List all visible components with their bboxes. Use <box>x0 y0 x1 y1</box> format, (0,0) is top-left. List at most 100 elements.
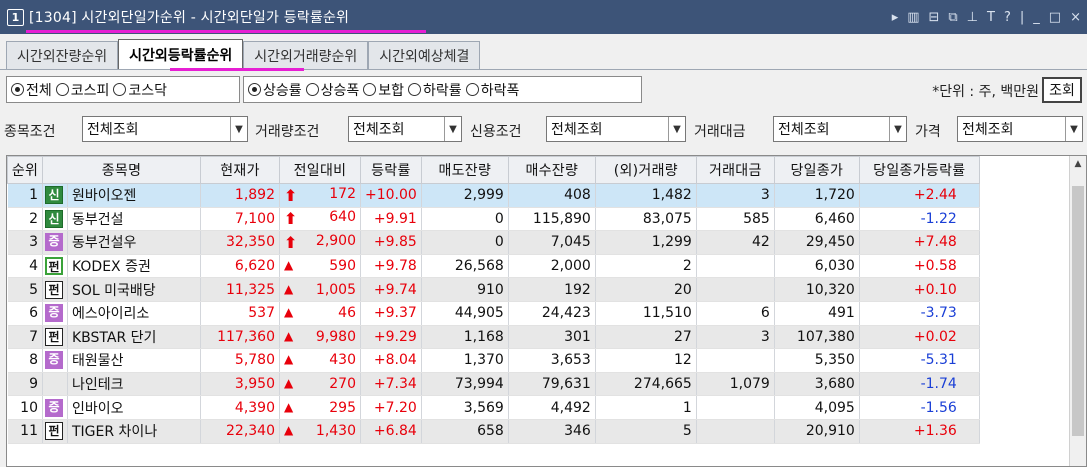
close-price-cell-text: 4,095 <box>814 399 855 416</box>
window-control-icon[interactable]: ▥ <box>907 10 919 25</box>
column-header[interactable]: 순위 <box>7 156 43 184</box>
column-header[interactable]: 등락률 <box>360 156 422 184</box>
table-row[interactable]: 4 펀 KODEX 증권 6,620 ▲ 590 +9.78 26,568 2,000 2 6,03… <box>7 254 980 279</box>
radio-icon[interactable] <box>11 83 24 96</box>
sell-volume-cell: 910 <box>421 277 509 302</box>
table-row[interactable]: 2 신 동부건설 7,100 ⬆ 640 +9.91 0 115,890 83,075 585 6,4… <box>7 207 980 232</box>
condition-combo-amount[interactable]: 전체조회 ▼ <box>773 116 907 142</box>
direction-option[interactable]: 보합 <box>363 80 404 100</box>
market-option[interactable]: 코스피 <box>55 80 109 100</box>
chevron-down-icon[interactable]: ▼ <box>445 124 461 135</box>
table-row[interactable]: 11 펀 TIGER 차이나 22,340 ▲ 1,430 +6.84 658 346 5 20,9… <box>7 419 980 444</box>
window-control-icon[interactable]: _ <box>1033 10 1040 25</box>
table-row[interactable]: 8 증 태원물산 5,780 ▲ 430 +8.04 1,370 3,653 12 5,350 -5.… <box>7 348 980 373</box>
direction-option[interactable]: 하락률 <box>408 80 462 100</box>
price-cell: 7,100 <box>200 207 280 232</box>
volume-cell-text: 11,510 <box>642 305 692 322</box>
window-control-icon[interactable]: | <box>1020 10 1024 25</box>
condition-combo-stock[interactable]: 전체조회 ▼ <box>82 116 248 142</box>
tab-0[interactable]: 시간외잔량순위 <box>6 41 119 70</box>
rank-cell-text: 2 <box>29 210 38 227</box>
sell-volume-cell-text: 44,905 <box>454 305 504 322</box>
table-row[interactable]: 1 신 원바이오젠 1,892 ⬆ 172 +10.00 2,999 408 1,482 3 1,72… <box>7 183 980 208</box>
up-triangle-icon: ▲ <box>284 376 294 391</box>
radio-icon[interactable] <box>305 83 319 96</box>
condition-combo-volume[interactable]: 전체조회 ▼ <box>348 116 462 142</box>
direction-option[interactable]: 상승률 <box>248 80 302 100</box>
window-control-icon[interactable]: ▸ <box>892 10 899 25</box>
badge-cell: 증 <box>42 301 68 326</box>
vertical-scrollbar[interactable]: ▲ <box>1069 156 1086 466</box>
column-header[interactable]: 거래대금 <box>695 156 775 184</box>
column-header[interactable]: 매수잔량 <box>507 156 596 184</box>
sell-volume-cell-text: 26,568 <box>454 258 504 275</box>
rank-cell: 7 <box>7 325 43 350</box>
up-triangle-icon: ▲ <box>284 281 294 296</box>
buy-volume-cell-text: 7,045 <box>550 234 591 251</box>
direction-option[interactable]: 하락폭 <box>465 80 519 100</box>
radio-icon[interactable] <box>408 83 422 96</box>
window-control-icon[interactable]: T <box>987 10 995 25</box>
up-arrow-icon: ⬆ <box>284 232 298 252</box>
market-option[interactable]: 전체 <box>11 80 52 100</box>
table-row[interactable]: 7 펀 KBSTAR 단기 117,360 ▲ 9,980 +9.29 1,168 301 27 3… <box>7 325 980 350</box>
column-header[interactable]: 전일대비 <box>279 156 361 184</box>
radio-icon[interactable] <box>465 83 479 96</box>
column-header[interactable]: (외)거래량 <box>594 156 697 184</box>
tab-2[interactable]: 시간외거래량순위 <box>243 41 369 70</box>
condition-combo-credit[interactable]: 전체조회 ▼ <box>546 116 686 142</box>
window-control-icon[interactable]: ⧉ <box>948 10 957 25</box>
column-header[interactable]: 매도잔량 <box>420 156 509 184</box>
stock-type-badge: 신 <box>45 186 63 205</box>
chevron-down-icon[interactable]: ▼ <box>669 124 685 135</box>
window-control-icon[interactable]: ⊟ <box>929 10 940 25</box>
column-header[interactable]: 현재가 <box>200 156 280 184</box>
window-number[interactable]: 1 <box>7 8 24 26</box>
radio-icon[interactable] <box>363 83 377 96</box>
scrollbar-thumb[interactable] <box>1072 186 1084 436</box>
window-control-icon[interactable]: □ <box>1049 10 1061 25</box>
close-price-cell: 3,680 <box>774 372 860 397</box>
change-cell-text: 1,430 <box>315 423 356 440</box>
window-control-icon[interactable]: ? <box>1004 10 1011 25</box>
buy-volume-cell-text: 115,890 <box>532 210 591 227</box>
chevron-down-icon[interactable]: ▼ <box>890 124 906 135</box>
tab-1[interactable]: 시간외등락률순위 <box>118 39 244 70</box>
tab-3[interactable]: 시간외예상체결 <box>368 41 481 70</box>
market-option[interactable]: 코스닥 <box>113 80 167 100</box>
direction-option[interactable]: 상승폭 <box>305 80 359 100</box>
column-header[interactable]: 당일종가 <box>773 156 860 184</box>
rate-cell: +7.20 <box>360 395 422 420</box>
stock-name-cell-text: KBSTAR 단기 <box>72 329 157 346</box>
radio-icon[interactable] <box>113 83 127 96</box>
chevron-down-icon[interactable]: ▼ <box>231 124 247 135</box>
stock-name-cell-text: 동부건설우 <box>72 235 137 252</box>
column-header[interactable]: 종목명 <box>42 156 201 184</box>
table-row[interactable]: 10 증 인바이오 4,390 ▲ 295 +7.20 3,569 4,492 1 4,095 -1.… <box>7 395 980 420</box>
table-row[interactable]: 5 펀 SOL 미국배당 11,325 ▲ 1,005 +9.74 910 192 20 10,32… <box>7 277 980 302</box>
table-row[interactable]: 3 증 동부건설우 32,350 ⬆ 2,900 +9.85 0 7,045 1,299 42 29,… <box>7 230 980 255</box>
stock-name-cell: 동부건설 <box>67 207 201 232</box>
up-arrow-icon: ⬆ <box>284 185 298 205</box>
price-cell-text: 7,100 <box>234 210 275 227</box>
table-row[interactable]: 9 나인테크 3,950 ▲ 270 +7.34 73,994 79,631 274,665 1,… <box>7 372 980 397</box>
query-button[interactable]: 조회 <box>1042 77 1082 103</box>
table-row[interactable]: 6 증 에스아이리소 537 ▲ 46 +9.37 44,905 24,423 11,510 6 49… <box>7 301 980 326</box>
close-rate-cell-text: -1.74 <box>920 376 957 393</box>
chevron-down-icon[interactable]: ▼ <box>1066 124 1082 135</box>
scroll-up-icon[interactable]: ▲ <box>1070 156 1086 172</box>
buy-volume-cell: 3,653 <box>508 348 596 373</box>
rank-cell: 11 <box>7 419 43 444</box>
window-control-icon[interactable]: ⊥ <box>967 10 978 25</box>
price-cell: 4,390 <box>200 395 280 420</box>
window-control-icon[interactable]: × <box>1070 10 1081 25</box>
radio-icon[interactable] <box>248 83 261 96</box>
stock-name-cell: 나인테크 <box>67 372 201 397</box>
column-header[interactable]: 당일종가등락률 <box>858 156 980 184</box>
condition-combo-price[interactable]: 전체조회 ▼ <box>957 116 1083 142</box>
radio-icon[interactable] <box>55 83 69 96</box>
badge-cell: 펀 <box>42 277 68 302</box>
radio-label: 보합 <box>378 82 405 99</box>
volume-cell-text: 5 <box>682 423 692 440</box>
close-rate-cell: +0.58 <box>859 254 980 279</box>
